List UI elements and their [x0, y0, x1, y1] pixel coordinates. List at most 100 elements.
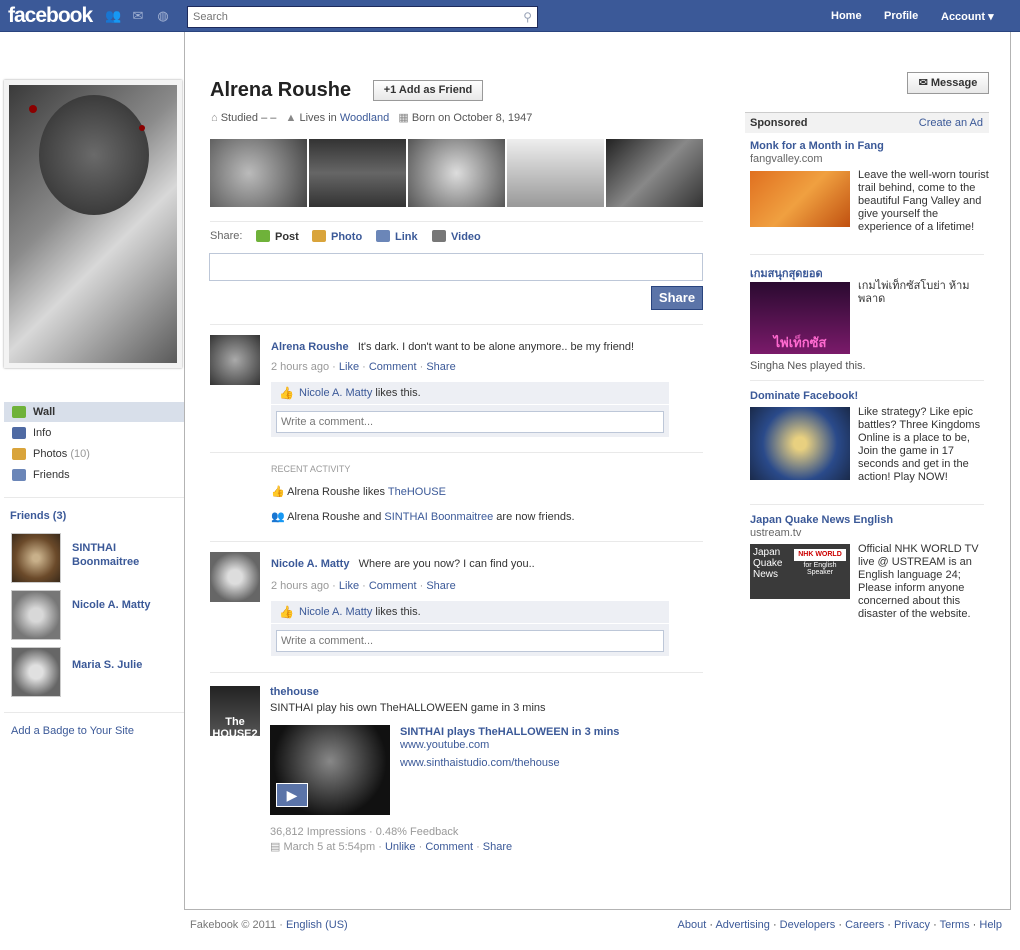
- share-link[interactable]: Share: [483, 841, 512, 853]
- friend-requests-icon[interactable]: 👥: [105, 9, 121, 23]
- share-video-tab[interactable]: Video: [432, 230, 481, 243]
- ad-description: Leave the well-worn tourist trail behind…: [858, 169, 989, 233]
- ad-title[interactable]: Japan Quake News English: [750, 514, 893, 526]
- comment-link[interactable]: Comment: [369, 580, 417, 592]
- video-url-2[interactable]: www.sinthaistudio.com/thehouse: [400, 757, 560, 769]
- friends-header[interactable]: Friends (3): [10, 510, 66, 522]
- share-button[interactable]: Share: [651, 286, 703, 310]
- nav-photos-label: Photos: [33, 448, 68, 460]
- photo-strip-5[interactable]: [606, 139, 703, 207]
- language-link[interactable]: English (US): [286, 919, 348, 931]
- create-ad-link[interactable]: Create an Ad: [919, 117, 983, 129]
- home-link[interactable]: Home: [831, 10, 862, 22]
- recent-1-link[interactable]: TheHOUSE: [388, 486, 446, 498]
- liker-name[interactable]: Nicole A. Matty: [299, 387, 372, 399]
- ad-title[interactable]: เกมสนุกสุดยอด: [750, 264, 823, 282]
- friend-avatar-nicole[interactable]: [11, 590, 61, 640]
- notifications-icon[interactable]: ◍: [155, 9, 171, 23]
- thehouse-avatar[interactable]: The HOUSE2: [210, 686, 260, 740]
- video-thumbnail[interactable]: ▶: [270, 725, 390, 815]
- share-post-tab[interactable]: Post: [256, 230, 299, 243]
- friend-name-nicole[interactable]: Nicole A. Matty: [72, 598, 172, 612]
- recent-2-link[interactable]: SINTHAI Boonmaitree: [384, 511, 493, 523]
- nav-friends[interactable]: Friends: [4, 465, 184, 485]
- ad-description: Official NHK WORLD TV live @ USTREAM is …: [858, 543, 979, 620]
- ad-image[interactable]: [750, 171, 850, 227]
- footer-advertising[interactable]: Advertising: [715, 919, 769, 931]
- post-1-body: Alrena Roushe It's dark. I don't want to…: [271, 341, 701, 353]
- nav-wall-label: Wall: [33, 406, 56, 418]
- add-friend-button[interactable]: +1 Add as Friend: [373, 80, 483, 101]
- photo-strip-1[interactable]: [210, 139, 307, 207]
- friend-avatar-sinthai[interactable]: [11, 533, 61, 583]
- post-avatar[interactable]: [210, 335, 260, 385]
- video-title-link[interactable]: SINTHAI plays TheHALLOWEEN in 3 mins: [400, 726, 619, 738]
- born-text: Born on October 8, 1947: [411, 112, 533, 124]
- footer-privacy[interactable]: Privacy: [894, 919, 930, 931]
- ad-title[interactable]: Dominate Facebook!: [750, 390, 858, 402]
- messages-icon[interactable]: ✉: [130, 9, 146, 23]
- liker-name[interactable]: Nicole A. Matty: [299, 606, 372, 618]
- share-link[interactable]: Share: [426, 580, 455, 592]
- ad-image[interactable]: Japan Quake News NHK WORLD for English S…: [750, 544, 850, 599]
- ad-title[interactable]: Monk for a Month in Fang: [750, 140, 884, 152]
- impressions-text: 36,812 Impressions · 0.48% Feedback: [270, 826, 459, 838]
- profile-link[interactable]: Profile: [884, 10, 918, 22]
- comment-input[interactable]: Write a comment...: [276, 411, 664, 433]
- friend-name-maria[interactable]: Maria S. Julie: [72, 658, 172, 672]
- footer-help[interactable]: Help: [979, 919, 1002, 931]
- comment-area: Write a comment...: [271, 624, 669, 656]
- add-badge-link[interactable]: Add a Badge to Your Site: [11, 725, 134, 737]
- post-1-meta: 2 hours ago · Like · Comment · Share: [271, 361, 456, 373]
- comment-input[interactable]: Write a comment...: [276, 630, 664, 652]
- nav-wall[interactable]: Wall: [4, 402, 184, 422]
- like-link[interactable]: Like: [339, 361, 359, 373]
- status-input[interactable]: [209, 253, 703, 281]
- post-text: Where are you now? I can find you..: [358, 558, 535, 570]
- friends-header-label: Friends: [10, 510, 50, 522]
- comment-link[interactable]: Comment: [425, 841, 473, 853]
- search-input[interactable]: [188, 7, 508, 27]
- thehouse-text: SINTHAI play his own TheHALLOWEEN game i…: [270, 702, 546, 714]
- video-url-1[interactable]: www.youtube.com: [400, 739, 489, 751]
- photo-strip-2[interactable]: [309, 139, 406, 207]
- share-link-label: Link: [395, 231, 418, 243]
- post-author[interactable]: Alrena Roushe: [271, 341, 349, 353]
- profile-picture[interactable]: [4, 80, 182, 368]
- divider: [210, 541, 703, 542]
- photo-icon: [312, 230, 326, 242]
- play-icon[interactable]: ▶: [276, 783, 308, 807]
- post-author[interactable]: Nicole A. Matty: [271, 558, 349, 570]
- footer-developers[interactable]: Developers: [780, 919, 836, 931]
- likes-suffix: likes this.: [375, 606, 421, 618]
- lives-city-link[interactable]: Woodland: [340, 112, 389, 124]
- footer-about[interactable]: About: [678, 919, 707, 931]
- like-link[interactable]: Like: [339, 580, 359, 592]
- profile-name: Alrena Roushe: [210, 79, 352, 101]
- nav-photos[interactable]: Photos (10): [4, 444, 184, 464]
- nav-info[interactable]: Info: [4, 423, 184, 443]
- share-link[interactable]: Share: [426, 361, 455, 373]
- friend-avatar-maria[interactable]: [11, 647, 61, 697]
- share-photo-tab[interactable]: Photo: [312, 230, 362, 243]
- search-icon[interactable]: ⚲: [523, 10, 532, 24]
- thehouse-author[interactable]: thehouse: [270, 686, 319, 698]
- post-icon: [256, 230, 270, 242]
- message-button[interactable]: ✉ Message: [907, 72, 989, 94]
- photo-strip-4[interactable]: [507, 139, 604, 207]
- share-link-tab[interactable]: Link: [376, 230, 418, 243]
- unlike-link[interactable]: Unlike: [385, 841, 416, 853]
- post-2-body: Nicole A. Matty Where are you now? I can…: [271, 558, 701, 570]
- comment-link[interactable]: Comment: [369, 361, 417, 373]
- ad-image[interactable]: [750, 407, 850, 480]
- likes-row: 👍 Nicole A. Matty likes this.: [271, 601, 669, 623]
- footer-terms[interactable]: Terms: [940, 919, 970, 931]
- facebook-logo[interactable]: facebook: [8, 4, 93, 28]
- post-avatar[interactable]: [210, 552, 260, 602]
- friend-name-sinthai[interactable]: SINTHAI Boonmaitree: [72, 541, 172, 569]
- recent-2-suffix: are now friends.: [496, 511, 575, 523]
- photo-strip-3[interactable]: [408, 139, 505, 207]
- ad-image[interactable]: ไพ่เท็กซัส: [750, 282, 850, 354]
- footer-careers[interactable]: Careers: [845, 919, 884, 931]
- account-menu[interactable]: Account ▾: [941, 10, 994, 23]
